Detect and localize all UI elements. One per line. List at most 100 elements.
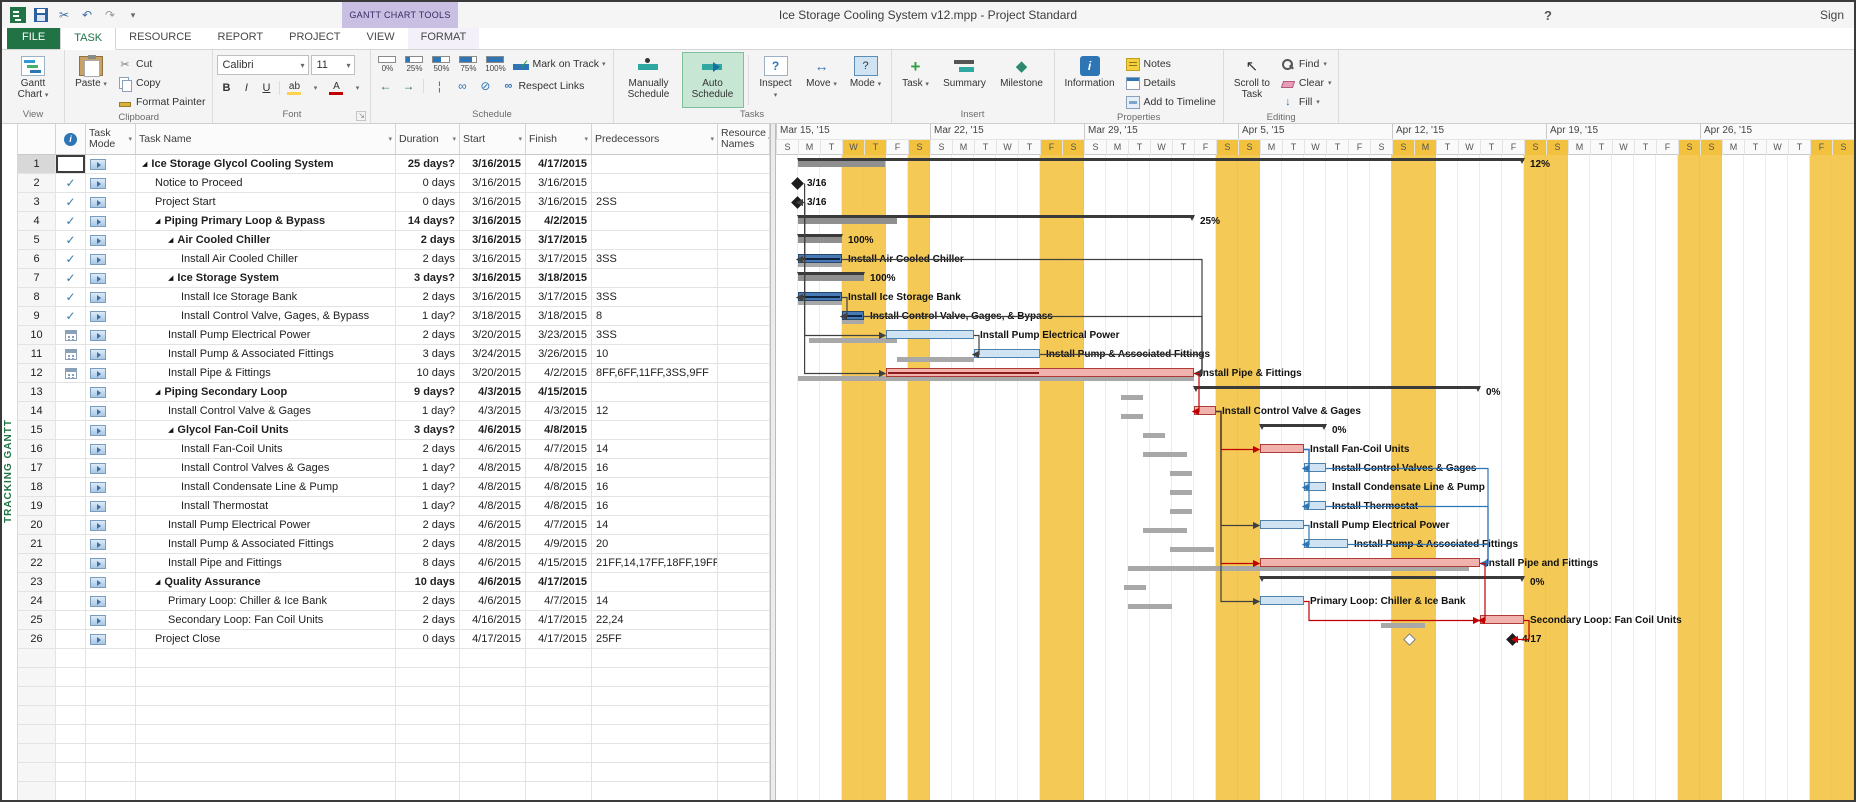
cell-fin[interactable]: 4/8/2015 — [526, 497, 592, 516]
cell-dur[interactable]: 2 days — [396, 231, 460, 250]
cell-ind[interactable]: ✓ — [56, 288, 86, 307]
cell-rownum[interactable]: 9 — [18, 307, 56, 326]
cell-mode[interactable] — [86, 326, 136, 345]
cell-start[interactable]: 4/6/2015 — [460, 573, 526, 592]
cell-empty[interactable] — [136, 649, 396, 668]
cell-ind[interactable] — [56, 421, 86, 440]
cell-ind[interactable] — [56, 497, 86, 516]
cell-empty[interactable] — [460, 649, 526, 668]
cell-fin[interactable]: 3/16/2015 — [526, 174, 592, 193]
cell-rownum[interactable]: 21 — [18, 535, 56, 554]
cell-ind[interactable] — [56, 611, 86, 630]
cell-res[interactable] — [718, 193, 770, 212]
empty-table-row[interactable] — [18, 649, 770, 668]
cell-res[interactable] — [718, 611, 770, 630]
notes-button[interactable]: Notes — [1123, 55, 1219, 73]
cell-rownum[interactable]: 26 — [18, 630, 56, 649]
cell-fin[interactable]: 3/16/2015 — [526, 193, 592, 212]
cell-pred[interactable]: 8FF,6FF,11FF,3SS,9FF — [592, 364, 718, 383]
cell-res[interactable] — [718, 459, 770, 478]
cell-pred[interactable] — [592, 573, 718, 592]
cell-pred[interactable] — [592, 421, 718, 440]
task-bar[interactable] — [1260, 520, 1304, 529]
table-row[interactable]: 25Secondary Loop: Fan Coil Units2 days4/… — [18, 611, 770, 630]
cell-empty[interactable] — [460, 687, 526, 706]
cell-fin[interactable]: 3/18/2015 — [526, 307, 592, 326]
cell-name[interactable]: Install Air Cooled Chiller — [136, 250, 396, 269]
link-tasks-icon[interactable]: ∞ — [452, 77, 472, 95]
cell-mode[interactable] — [86, 345, 136, 364]
cell-empty[interactable] — [86, 744, 136, 763]
cell-start[interactable]: 4/3/2015 — [460, 402, 526, 421]
table-row[interactable]: 1◢Ice Storage Glycol Cooling System25 da… — [18, 155, 770, 174]
cell-mode[interactable] — [86, 573, 136, 592]
summary-bar[interactable] — [1260, 576, 1524, 579]
cell-dur[interactable]: 2 days — [396, 516, 460, 535]
italic-button[interactable]: I — [237, 79, 255, 97]
cell-pred[interactable]: 20 — [592, 535, 718, 554]
cell-empty[interactable] — [592, 763, 718, 782]
cell-res[interactable] — [718, 573, 770, 592]
empty-table-row[interactable] — [18, 744, 770, 763]
cut-icon[interactable]: ✂ — [55, 6, 73, 24]
percent-complete-button-25%[interactable]: 25% — [402, 56, 426, 73]
cell-dur[interactable]: 3 days? — [396, 269, 460, 288]
cell-empty[interactable] — [136, 725, 396, 744]
column-header-start[interactable]: Start▾ — [460, 124, 526, 154]
cell-empty[interactable] — [592, 649, 718, 668]
cell-empty[interactable] — [592, 782, 718, 800]
cell-start[interactable]: 3/16/2015 — [460, 250, 526, 269]
cell-start[interactable]: 4/6/2015 — [460, 516, 526, 535]
cell-name[interactable]: Install Fan-Coil Units — [136, 440, 396, 459]
table-row[interactable]: 23◢Quality Assurance10 days4/6/20154/17/… — [18, 573, 770, 592]
cell-res[interactable] — [718, 478, 770, 497]
cell-rownum[interactable]: 18 — [18, 478, 56, 497]
cell-empty[interactable] — [396, 725, 460, 744]
expand-triangle-icon[interactable]: ◢ — [168, 236, 173, 244]
cell-dur[interactable]: 2 days — [396, 535, 460, 554]
cell-mode[interactable] — [86, 307, 136, 326]
cell-dur[interactable]: 2 days — [396, 611, 460, 630]
cell-ind[interactable] — [56, 155, 86, 174]
expand-triangle-icon[interactable]: ◢ — [155, 388, 160, 396]
cell-start[interactable]: 3/18/2015 — [460, 307, 526, 326]
cell-ind[interactable]: ✓ — [56, 231, 86, 250]
empty-table-row[interactable] — [18, 706, 770, 725]
cell-ind[interactable] — [56, 573, 86, 592]
font-color-button[interactable]: A — [326, 81, 346, 95]
cell-mode[interactable] — [86, 478, 136, 497]
task-bar[interactable] — [886, 368, 1194, 377]
cell-ind[interactable] — [56, 364, 86, 383]
cell-res[interactable] — [718, 402, 770, 421]
cell-name[interactable]: Secondary Loop: Fan Coil Units — [136, 611, 396, 630]
cell-name[interactable]: Install Condensate Line & Pump — [136, 478, 396, 497]
cell-rownum[interactable]: 24 — [18, 592, 56, 611]
cell-rownum[interactable]: 5 — [18, 231, 56, 250]
cell-dur[interactable]: 2 days — [396, 250, 460, 269]
cell-name[interactable]: Install Control Valves & Gages — [136, 459, 396, 478]
cell-pred[interactable] — [592, 212, 718, 231]
cell-fin[interactable]: 3/23/2015 — [526, 326, 592, 345]
task-bar[interactable] — [842, 311, 864, 320]
table-row[interactable]: 10Install Pump Electrical Power2 days3/2… — [18, 326, 770, 345]
paste-button[interactable]: Paste ▾ — [69, 52, 113, 111]
cell-dur[interactable]: 10 days — [396, 364, 460, 383]
cell-name[interactable]: ◢Ice Storage Glycol Cooling System — [136, 155, 396, 174]
cell-empty[interactable] — [526, 687, 592, 706]
cell-empty[interactable] — [460, 706, 526, 725]
cell-empty[interactable] — [718, 782, 770, 800]
cell-empty[interactable] — [18, 725, 56, 744]
cell-empty[interactable] — [56, 744, 86, 763]
cell-pred[interactable]: 14 — [592, 440, 718, 459]
task-bar[interactable] — [1304, 539, 1348, 548]
cell-res[interactable] — [718, 383, 770, 402]
cell-res[interactable] — [718, 440, 770, 459]
cell-empty[interactable] — [592, 706, 718, 725]
table-row[interactable]: 22Install Pipe and Fittings8 days4/6/201… — [18, 554, 770, 573]
cell-empty[interactable] — [18, 782, 56, 800]
cell-ind[interactable]: ✓ — [56, 250, 86, 269]
cell-ind[interactable] — [56, 535, 86, 554]
table-row[interactable]: 11Install Pump & Associated Fittings3 da… — [18, 345, 770, 364]
cell-dur[interactable]: 0 days — [396, 193, 460, 212]
cell-res[interactable] — [718, 554, 770, 573]
